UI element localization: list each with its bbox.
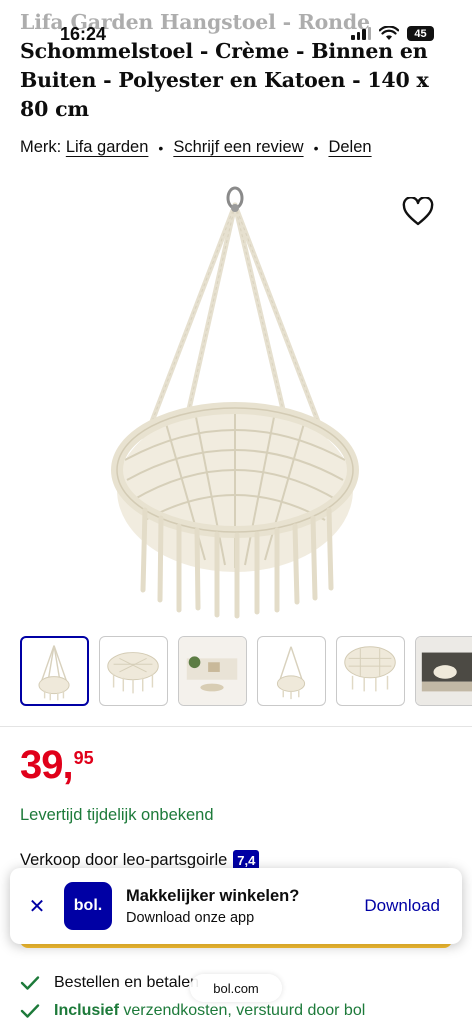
battery-icon: 45 xyxy=(407,26,434,41)
separator-dot: • xyxy=(313,139,319,156)
thumbnail-1[interactable] xyxy=(20,636,89,706)
thumbnail-3[interactable] xyxy=(178,636,247,706)
share-link[interactable]: Delen xyxy=(328,138,371,157)
thumbnail-6[interactable] xyxy=(415,636,472,706)
browser-url-bar[interactable]: bol.com xyxy=(190,974,282,1002)
thumbnail-strip xyxy=(20,636,472,706)
status-time: 16:24 xyxy=(60,24,107,44)
signal-icon xyxy=(351,27,371,40)
wifi-icon xyxy=(379,26,399,40)
delivery-status: Levertijd tijdelijk onbekend xyxy=(20,806,214,824)
price-decimals: 95 xyxy=(73,748,94,768)
banner-subtitle: Download onze app xyxy=(126,909,255,926)
divider xyxy=(0,726,472,727)
usp-text: Bestellen en betalen xyxy=(54,974,199,991)
bol-logo: bol. xyxy=(64,882,112,930)
brand-link[interactable]: Lifa garden xyxy=(66,138,149,157)
price-integer: 39, xyxy=(20,743,74,787)
price: 39, 95 xyxy=(20,742,94,788)
check-icon xyxy=(20,1004,40,1018)
product-title-rest: Schommelstoel - Crème - Binnen en Buiten… xyxy=(20,39,429,121)
usp-item: Bestellen en betalen xyxy=(20,974,199,992)
app-download-banner: ✕ bol. Makkelijker winkelen? Download on… xyxy=(10,868,462,944)
separator-dot: • xyxy=(158,139,164,156)
usp-rest: verzendkosten, verstuurd door bol xyxy=(118,1002,366,1019)
heart-icon[interactable] xyxy=(402,197,434,227)
write-review-link[interactable]: Schrijf een review xyxy=(173,138,303,157)
product-image[interactable] xyxy=(105,170,365,620)
check-icon xyxy=(20,976,40,990)
thumbnail-4[interactable] xyxy=(257,636,326,706)
thumbnail-2[interactable] xyxy=(99,636,168,706)
status-icons: 45 xyxy=(351,26,434,41)
banner-title: Makkelijker winkelen? xyxy=(126,886,300,905)
product-meta: Merk: Lifa garden • Schrijf een review •… xyxy=(20,138,372,157)
banner-text: Makkelijker winkelen? Download onze app xyxy=(126,887,364,926)
thumbnail-5[interactable] xyxy=(336,636,405,706)
download-button[interactable]: Download xyxy=(364,896,440,916)
usp-item: Inclusief verzendkosten, verstuurd door … xyxy=(20,1002,365,1020)
usp-strong: Inclusief xyxy=(54,1002,119,1019)
close-icon[interactable]: ✕ xyxy=(10,894,64,919)
brand-label: Merk: xyxy=(20,138,62,156)
